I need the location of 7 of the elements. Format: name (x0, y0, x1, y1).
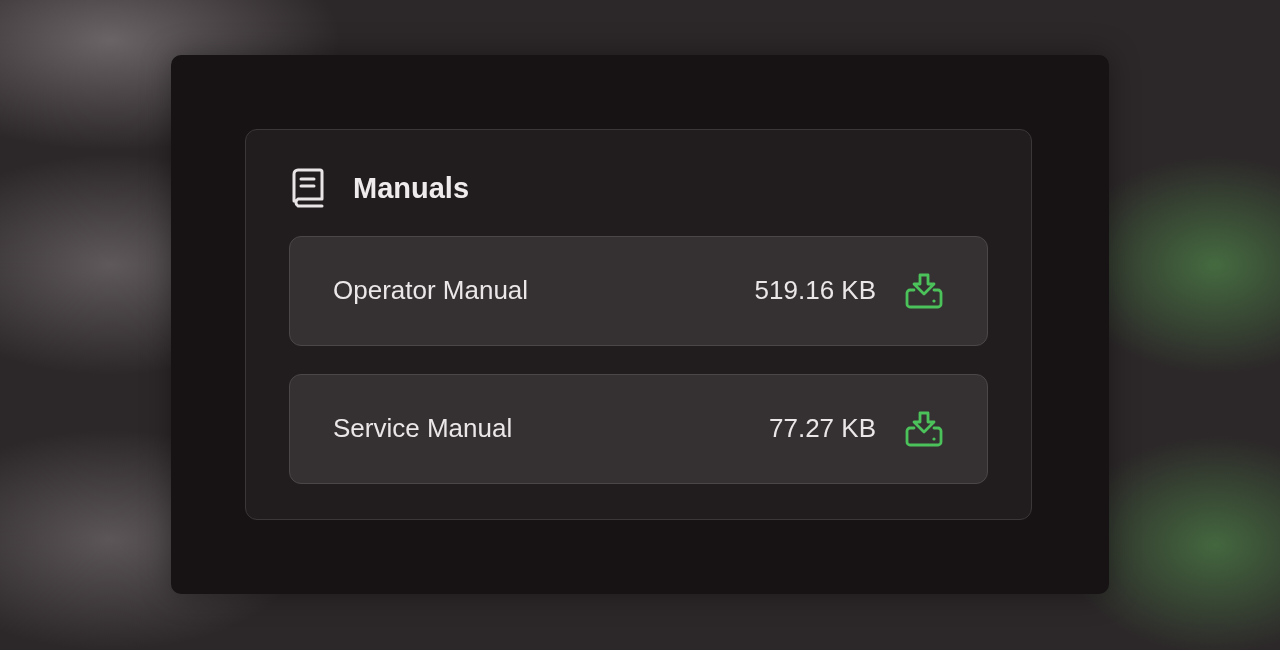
manual-name: Service Manual (333, 413, 513, 445)
download-icon[interactable] (905, 273, 943, 309)
file-size: 519.16 KB (754, 275, 876, 307)
manual-name: Operator Manual (333, 275, 529, 307)
file-size: 77.27 KB (769, 413, 876, 445)
download-icon[interactable] (905, 411, 943, 447)
card-title: Manuals (353, 170, 470, 206)
